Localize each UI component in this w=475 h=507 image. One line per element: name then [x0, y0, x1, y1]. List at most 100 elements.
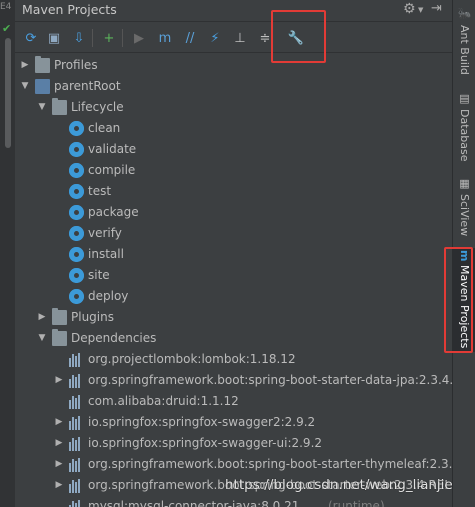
library-icon [69, 415, 84, 430]
gear-icon [69, 163, 84, 178]
reimport-icon[interactable]: ⟳ [21, 28, 41, 48]
collapse-arrow-icon[interactable]: ▶ [20, 55, 30, 76]
tree-row-root[interactable]: ▼ parentRoot [15, 76, 452, 97]
tree-label: Plugins [71, 310, 114, 324]
library-icon [69, 352, 84, 367]
expand-arrow-icon[interactable]: ▼ [37, 328, 47, 349]
lifecycle-goal[interactable]: package [15, 202, 452, 223]
tree-label: com.alibaba:druid:1.1.12 [88, 394, 239, 408]
tree-label: parentRoot [54, 79, 121, 93]
collapse-arrow-icon[interactable]: ▶ [37, 307, 47, 328]
tool-tab-sciview[interactable]: ▦ SciView [453, 175, 475, 236]
tree-label: verify [88, 226, 122, 240]
gear-icon [69, 121, 84, 136]
library-icon [69, 478, 84, 493]
tree-label: io.springfox:springfox-swagger2:2.9.2 [88, 415, 316, 429]
lifecycle-goal[interactable]: verify [15, 223, 452, 244]
scope-label: (runtime) [328, 499, 385, 507]
tree-label: org.springframework.boot:spring-boot-sta… [88, 457, 452, 471]
collapse-arrow-icon[interactable]: ▶ [54, 412, 64, 433]
tree-row-plugins[interactable]: ▶ Plugins [15, 307, 452, 328]
lifecycle-goal[interactable]: site [15, 265, 452, 286]
editor-gutter: E4 ✔ [0, 0, 15, 507]
tree-label: Profiles [54, 58, 98, 72]
annotation-box-settings [271, 10, 326, 63]
collapse-arrow-icon[interactable]: ▶ [54, 370, 64, 391]
lifecycle-goal[interactable]: deploy [15, 286, 452, 307]
tree-row-dependencies[interactable]: ▼ Dependencies [15, 328, 452, 349]
toggle-offline-icon[interactable]: // [180, 28, 200, 48]
toolbar-separator [122, 29, 123, 47]
gear-icon [69, 247, 84, 262]
maven-toolbar: ⟳ ▣ ⇩ + ▶ m//⚡ ⊥ ≑ 🔧 [15, 23, 452, 53]
skip-tests-icon[interactable]: ⚡ [205, 28, 225, 48]
ant-icon: 🐜 [458, 8, 471, 22]
tree-label: io.springfox:springfox-swagger-ui:2.9.2 [88, 436, 323, 450]
watermark: https://blog.csdn.net/wang_lianjie [225, 477, 453, 493]
collapse-arrow-icon[interactable]: ▶ [54, 454, 64, 475]
gutter-number: E4 [0, 2, 12, 12]
tree-row-lifecycle[interactable]: ▼ Lifecycle [15, 97, 452, 118]
hide-panel-icon[interactable]: ⇥ [431, 1, 442, 16]
project-tree: ▶ Profiles ▼ parentRoot ▼ Lifecycle clean valid… [15, 54, 452, 507]
toolbar-separator [92, 29, 93, 47]
dependency-row[interactable]: ▶ org.springframework.boot:spring-boot-st… [15, 454, 452, 475]
expand-arrow-icon[interactable]: ▼ [37, 97, 47, 118]
panel-titlebar: Maven Projects ⚙ ▼ ⇥ [15, 0, 452, 22]
tree-row-profiles[interactable]: ▶ Profiles [15, 55, 452, 76]
folder-icon [35, 56, 50, 73]
tree-label: mysql:mysql-connector-java:8.0.21 [88, 499, 300, 507]
tree-label: deploy [88, 289, 129, 303]
ide-window: E4 ✔ Maven Projects ⚙ ▼ ⇥ ⟳ ▣ ⇩ + ▶ m//⚡ ⊥ ≑ 🔧 ▶… [0, 0, 475, 507]
tree-label: package [88, 205, 139, 219]
library-icon [69, 394, 84, 409]
tree-label: validate [88, 142, 137, 156]
dependency-row[interactable]: org.projectlombok:lombok:1.18.12 [15, 349, 452, 370]
tree-label: install [88, 247, 124, 261]
maven-projects-panel: Maven Projects ⚙ ▼ ⇥ ⟳ ▣ ⇩ + ▶ m//⚡ ⊥ ≑ 🔧 ▶ Profi… [15, 0, 452, 507]
add-icon[interactable]: + [99, 28, 119, 48]
download-icon[interactable]: ⇩ [69, 28, 89, 48]
collapse-arrow-icon[interactable]: ▶ [54, 475, 64, 496]
folder-icon [52, 98, 67, 115]
dependency-row[interactable]: ▶ io.springfox:springfox-swagger-ui:2.9.2 [15, 433, 452, 454]
lifecycle-goal[interactable]: clean [15, 118, 452, 139]
show-dependencies-icon[interactable]: ⊥ [230, 28, 250, 48]
tree-label: clean [88, 121, 121, 135]
execute-goal-icon[interactable]: m [155, 28, 175, 48]
tree-label: site [88, 268, 110, 282]
tree-label: org.projectlombok:lombok:1.18.12 [88, 352, 296, 366]
tree-label: org.springframework.boot:spring-boot-sta… [88, 373, 452, 387]
gear-icon[interactable]: ⚙ [403, 1, 416, 17]
library-icon [69, 373, 84, 388]
chevron-down-icon[interactable]: ▼ [418, 6, 423, 14]
tool-tab-label: Database [458, 109, 471, 162]
lifecycle-goal[interactable]: validate [15, 139, 452, 160]
gutter-scrollbar[interactable] [5, 38, 11, 148]
dependency-row[interactable]: ▶ org.springframework.boot:spring-boot-st… [15, 370, 452, 391]
tree-label: Lifecycle [71, 100, 124, 114]
run-icon[interactable]: ▶ [129, 28, 149, 48]
maven-module-icon [35, 79, 50, 94]
gear-icon [69, 268, 84, 283]
gear-icon [69, 205, 84, 220]
tool-tab-ant-build[interactable]: 🐜 Ant Build [453, 6, 475, 86]
gear-icon [69, 289, 84, 304]
lifecycle-goal[interactable]: test [15, 181, 452, 202]
panel-title: Maven Projects [22, 2, 117, 17]
dependency-row[interactable]: ▶ io.springfox:springfox-swagger2:2.9.2 [15, 412, 452, 433]
tree-label: compile [88, 163, 136, 177]
tool-tab-database[interactable]: ▤ Database [453, 90, 475, 168]
tree-label: Dependencies [71, 331, 157, 345]
generate-sources-icon[interactable]: ▣ [44, 28, 64, 48]
tool-tab-label: Ant Build [458, 25, 471, 76]
expand-arrow-icon[interactable]: ▼ [20, 76, 30, 97]
folder-icon [52, 329, 67, 346]
dependency-row[interactable]: mysql:mysql-connector-java:8.0.21 (runtim… [15, 496, 452, 507]
library-icon [69, 499, 84, 507]
lifecycle-goal[interactable]: install [15, 244, 452, 265]
lifecycle-goal[interactable]: compile [15, 160, 452, 181]
collapse-arrow-icon[interactable]: ▶ [54, 433, 64, 454]
dependency-row[interactable]: com.alibaba:druid:1.1.12 [15, 391, 452, 412]
library-icon [69, 457, 84, 472]
